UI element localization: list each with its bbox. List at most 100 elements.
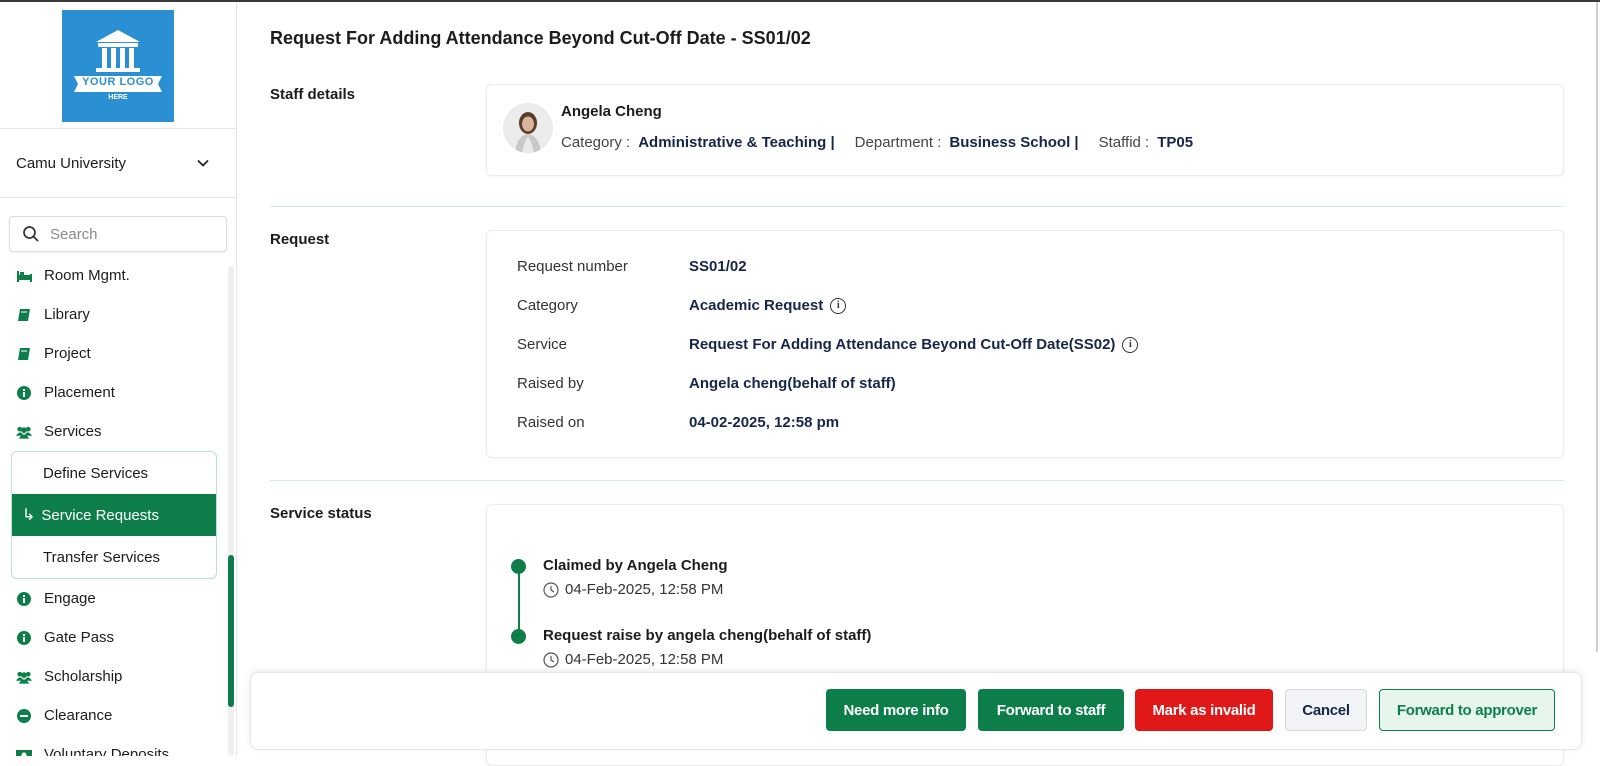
sidebar-scrollbar-thumb[interactable] <box>228 555 234 707</box>
category-label: Category : <box>561 134 631 151</box>
subdirectory-arrow-icon: ↳ <box>22 507 36 524</box>
submenu-item-service-requests[interactable]: ↳ Service Requests <box>12 494 216 536</box>
avatar[interactable] <box>503 103 553 153</box>
info-circle-icon[interactable]: i <box>1122 336 1139 353</box>
timeline-dot <box>511 629 526 644</box>
raised-by-value: Angela cheng(behalf of staff) <box>689 375 896 392</box>
search-input[interactable] <box>48 224 212 244</box>
mark-invalid-button[interactable]: Mark as invalid <box>1135 689 1273 731</box>
submenu-item-label: Service Requests <box>41 506 159 524</box>
info-icon <box>16 630 32 646</box>
request-label: Request <box>270 231 330 248</box>
info-icon <box>16 591 32 607</box>
need-more-info-button[interactable]: Need more info <box>826 689 966 731</box>
sidebar-item-label: Services <box>44 423 102 440</box>
request-row-value: Request For Adding Attendance Beyond Cut… <box>689 336 1139 353</box>
staffid-label: Staffid : <box>1098 134 1150 151</box>
sidebar-item-room-mgmt[interactable]: Room Mgmt. <box>0 256 228 295</box>
staff-name: Angela Cheng <box>561 103 662 120</box>
timeline-time-text: 04-Feb-2025, 12:58 PM <box>565 651 724 668</box>
clock-icon <box>543 651 559 668</box>
logo-graphic <box>74 30 162 92</box>
request-row-raised-on: Raised on 04-02-2025, 12:58 pm <box>517 414 839 431</box>
book-icon <box>16 346 32 362</box>
sidebar-item-label: Scholarship <box>44 668 123 685</box>
sidebar-item-label: Project <box>44 345 91 362</box>
search-box[interactable] <box>9 216 227 252</box>
forward-to-staff-button[interactable]: Forward to staff <box>978 689 1124 731</box>
request-row-value: Academic Request i <box>689 297 847 314</box>
section-divider <box>270 480 1564 481</box>
sidebar-item-label: Gate Pass <box>44 629 115 646</box>
request-row-label: Raised on <box>517 414 585 431</box>
department-value: Business School | <box>949 134 1079 151</box>
timeline-event-time: 04-Feb-2025, 12:58 PM <box>543 581 723 598</box>
staffid-value: TP05 <box>1157 134 1194 151</box>
sidebar-item-label: Room Mgmt. <box>44 267 130 284</box>
users-icon <box>16 424 32 440</box>
submenu-item-label: Transfer Services <box>43 548 160 566</box>
money-icon <box>16 747 32 756</box>
sidebar-item-clearance[interactable]: Clearance <box>0 696 228 735</box>
sidebar-item-label: Library <box>44 306 90 323</box>
timeline-time-text: 04-Feb-2025, 12:58 PM <box>565 581 724 598</box>
forward-to-approver-button[interactable]: Forward to approver <box>1379 689 1555 731</box>
timeline-event-title: Claimed by Angela Cheng <box>543 557 728 574</box>
logo-subtext: HERE <box>108 94 128 101</box>
info-circle-icon[interactable]: i <box>830 297 847 314</box>
submenu-item-define-services[interactable]: Define Services <box>12 452 216 494</box>
logo-area: YOUR LOGO HERE <box>0 2 236 129</box>
sidebar-item-gate-pass[interactable]: Gate Pass <box>0 618 228 657</box>
raised-on-value: 04-02-2025, 12:58 pm <box>689 414 840 431</box>
bed-icon <box>16 268 32 284</box>
sidebar-nav: Room Mgmt. Library Project Placement Ser… <box>0 256 228 756</box>
logo-text: YOUR LOGO <box>82 76 154 88</box>
category-request-value: Academic Request <box>689 297 824 314</box>
sidebar-item-label: Engage <box>44 590 96 607</box>
submenu-item-transfer-services[interactable]: Transfer Services <box>12 536 216 578</box>
search-icon <box>23 226 39 242</box>
book-icon <box>16 307 32 323</box>
sidebar-item-project[interactable]: Project <box>0 334 228 373</box>
service-status-label: Service status <box>270 505 372 522</box>
submenu-item-label: Define Services <box>43 464 149 482</box>
sidebar-item-services[interactable]: Services <box>0 412 228 451</box>
request-row-label: Raised by <box>517 375 584 392</box>
request-row-service: Service Request For Adding Attendance Be… <box>517 336 1139 353</box>
cancel-button[interactable]: Cancel <box>1285 689 1367 731</box>
university-logo[interactable]: YOUR LOGO HERE <box>62 10 174 122</box>
timeline-event-title: Request raise by angela cheng(behalf of … <box>543 627 872 644</box>
sidebar-item-voluntary-deposits[interactable]: Voluntary Deposits <box>0 735 228 756</box>
sidebar-item-placement[interactable]: Placement <box>0 373 228 412</box>
sidebar-item-engage[interactable]: Engage <box>0 579 228 618</box>
request-row-value: 04-02-2025, 12:58 pm <box>689 414 839 431</box>
department-label: Department : <box>854 134 942 151</box>
staff-details-label: Staff details <box>270 86 356 103</box>
sidebar-item-library[interactable]: Library <box>0 295 228 334</box>
info-icon <box>16 385 32 401</box>
chevron-down-icon <box>197 159 209 167</box>
sidebar-item-label: Clearance <box>44 707 113 724</box>
clock-icon <box>543 581 559 598</box>
service-value: Request For Adding Attendance Beyond Cut… <box>689 336 1116 353</box>
request-row-raised-by: Raised by Angela cheng(behalf of staff) <box>517 375 896 392</box>
category-value: Administrative & Teaching | <box>638 134 835 151</box>
timeline-dot <box>511 559 526 574</box>
request-row-label: Category <box>517 297 578 314</box>
request-row-label: Service <box>517 336 568 353</box>
page-title: Request For Adding Attendance Beyond Cut… <box>270 28 811 48</box>
page-scrollbar[interactable] <box>1596 2 1598 652</box>
request-row-value: SS01/02 <box>689 258 747 275</box>
staff-meta: Category : Administrative & Teaching | D… <box>561 134 1213 151</box>
action-bar: Need more info Forward to staff Mark as … <box>250 672 1582 750</box>
section-divider <box>270 206 1564 207</box>
staff-card: Angela Cheng Category : Administrative &… <box>486 84 1564 176</box>
main-content: Request For Adding Attendance Beyond Cut… <box>236 2 1600 766</box>
university-name: Camu University <box>16 154 127 172</box>
timeline-event-time: 04-Feb-2025, 12:58 PM <box>543 651 723 668</box>
request-number-value: SS01/02 <box>689 258 747 275</box>
sidebar-item-scholarship[interactable]: Scholarship <box>0 657 228 696</box>
university-selector[interactable]: Camu University <box>0 129 236 198</box>
request-row-value: Angela cheng(behalf of staff) <box>689 375 896 392</box>
request-row-label: Request number <box>517 258 628 275</box>
